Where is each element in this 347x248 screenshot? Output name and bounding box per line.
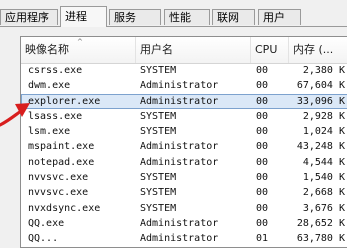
process-name: QQ...	[28, 233, 59, 245]
table-row[interactable]: nvxdsync.exe SYSTEM 00 3,676 K	[21, 201, 347, 216]
table-row[interactable]: lsm.exe SYSTEM 00 1,024 K	[21, 124, 347, 139]
process-cpu: 00	[256, 156, 269, 168]
process-name: dwm.exe	[28, 80, 71, 92]
process-cpu: 01	[256, 233, 269, 245]
process-user: Administrator	[140, 156, 219, 168]
process-memory: 1,540 K	[302, 172, 345, 184]
process-user: SYSTEM	[140, 65, 177, 76]
tab-networking[interactable]: 联网	[212, 9, 255, 25]
table-row[interactable]: mspaint.exe Administrator 00 43,248 K	[21, 139, 347, 154]
column-header-row: 映像名称 ^ 用户名 CPU 内存 (...	[21, 37, 347, 64]
tab-strip: 应用程序 进程 服务 性能 联网 用户	[0, 6, 347, 27]
table-row[interactable]: nvvsvc.exe SYSTEM 00 2,668 K	[21, 185, 347, 200]
process-memory: 43,248 K	[296, 141, 345, 153]
process-user: SYSTEM	[140, 202, 177, 214]
process-cpu: 00	[256, 187, 269, 199]
process-cpu: 00	[256, 217, 269, 229]
process-memory: 1,024 K	[302, 126, 345, 138]
process-user: Administrator	[140, 141, 219, 153]
process-cpu: 00	[256, 65, 269, 76]
process-memory: 67,604 K	[296, 80, 345, 92]
column-header-image-name[interactable]: 映像名称 ^	[21, 37, 136, 63]
process-name: notepad.exe	[28, 156, 95, 168]
table-row[interactable]: QQ... Administrator 01 63,780 K	[21, 231, 347, 246]
column-header-memory[interactable]: 内存 (...	[289, 37, 347, 63]
process-user: SYSTEM	[140, 110, 177, 122]
process-rows: csrss.exe SYSTEM 00 2,380 K dwm.exe Administr…	[21, 63, 347, 247]
process-name: csrss.exe	[28, 65, 83, 76]
process-cpu: 00	[256, 110, 269, 122]
red-arrow-icon	[0, 103, 30, 127]
table-row[interactable]: csrss.exe SYSTEM 00 2,380 K	[21, 63, 347, 78]
process-memory: 2,928 K	[302, 110, 345, 122]
column-header-image-name-label: 映像名称	[25, 43, 69, 56]
process-cpu: 00	[256, 141, 269, 153]
process-memory: 33,096 K	[296, 95, 345, 107]
process-memory: 2,668 K	[302, 187, 345, 199]
process-user: SYSTEM	[140, 187, 177, 199]
process-user: SYSTEM	[140, 172, 177, 184]
process-user: Administrator	[140, 233, 219, 245]
table-row[interactable]: lsass.exe SYSTEM 00 2,928 K	[21, 109, 347, 124]
tab-applications[interactable]: 应用程序	[0, 9, 58, 25]
process-user: SYSTEM	[140, 126, 177, 138]
process-name: nvxdsync.exe	[28, 202, 101, 214]
table-row[interactable]: explorer.exe Administrator 00 33,096 K	[21, 93, 347, 109]
column-header-user-name[interactable]: 用户名	[136, 37, 251, 63]
process-cpu: 00	[256, 172, 269, 184]
tab-services[interactable]: 服务	[109, 9, 161, 25]
process-name: nvvsvc.exe	[28, 172, 89, 184]
tab-users[interactable]: 用户	[258, 9, 301, 25]
process-user: Administrator	[140, 217, 219, 229]
process-memory: 28,652 K	[296, 217, 345, 229]
process-name: mspaint.exe	[28, 141, 95, 153]
process-cpu: 00	[256, 126, 269, 138]
process-cpu: 00	[256, 80, 269, 92]
process-name: nvvsvc.exe	[28, 187, 89, 199]
process-cpu: 00	[256, 202, 269, 214]
table-row[interactable]: notepad.exe Administrator 00 4,544 K	[21, 155, 347, 170]
column-header-cpu[interactable]: CPU	[251, 37, 289, 63]
process-memory: 2,380 K	[302, 65, 345, 76]
table-row[interactable]: nvvsvc.exe SYSTEM 00 1,540 K	[21, 170, 347, 185]
process-memory: 4,544 K	[302, 156, 345, 168]
process-memory: 3,676 K	[302, 202, 345, 214]
table-row[interactable]: dwm.exe Administrator 00 67,604 K	[21, 78, 347, 93]
table-row[interactable]: QQ.exe Administrator 00 28,652 K	[21, 216, 347, 231]
process-memory: 63,780 K	[296, 233, 345, 245]
process-name: QQ.exe	[28, 217, 65, 229]
process-user: Administrator	[140, 95, 219, 107]
process-cpu: 00	[256, 95, 269, 107]
process-user: Administrator	[140, 80, 219, 92]
sort-ascending-icon: ^	[77, 38, 83, 46]
tab-processes[interactable]: 进程	[60, 6, 107, 27]
tab-performance[interactable]: 性能	[164, 9, 210, 25]
process-list: 映像名称 ^ 用户名 CPU 内存 (... csrss.exe SYSTEM 00…	[20, 36, 347, 248]
